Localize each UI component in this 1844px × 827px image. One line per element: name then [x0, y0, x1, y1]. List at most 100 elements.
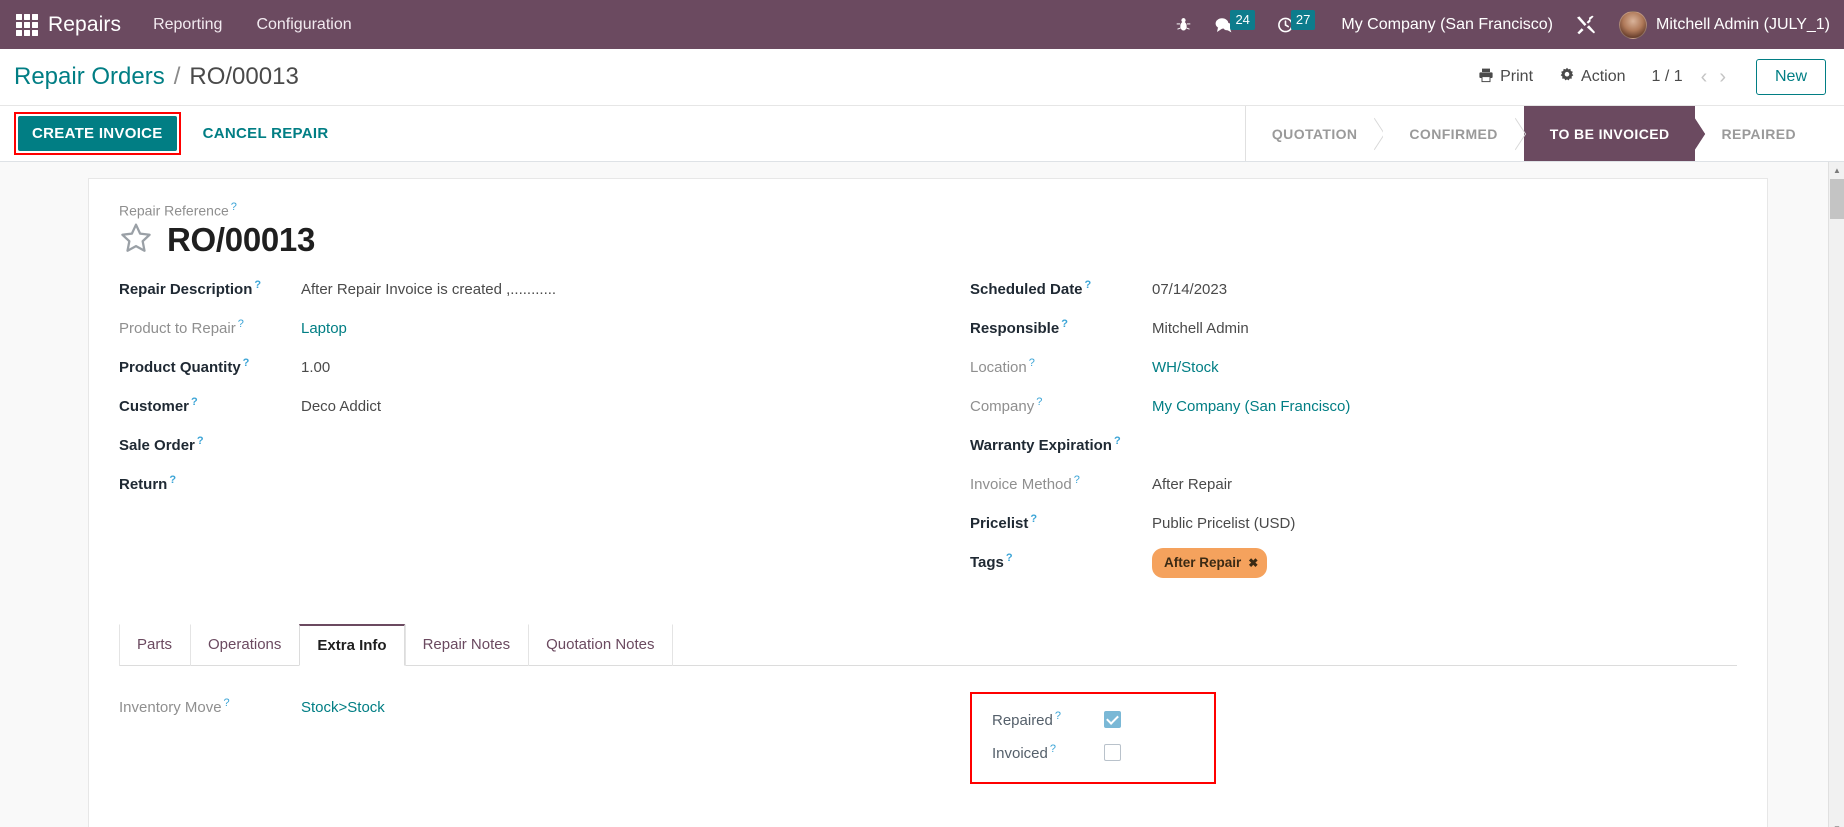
field-label: Warranty Expiration? — [970, 434, 1121, 454]
content-area: Repair Reference? RO/00013 Repair Descri… — [0, 162, 1844, 827]
help-icon[interactable]: ? — [1085, 279, 1092, 291]
field-product-to-repair: Product to Repair? Laptop — [119, 313, 888, 340]
new-button[interactable]: New — [1755, 59, 1826, 95]
form-sheet: Repair Reference? RO/00013 Repair Descri… — [88, 178, 1768, 827]
tag-badge[interactable]: After Repair ✖ — [1152, 547, 1268, 578]
printer-icon — [1478, 67, 1500, 88]
field-value[interactable]: Public Pricelist (USD) — [1152, 513, 1295, 535]
chevron-right-icon[interactable]: › — [1713, 67, 1732, 87]
help-icon[interactable]: ? — [197, 435, 204, 447]
breadcrumb-parent-link[interactable]: Repair Orders — [14, 63, 165, 91]
field-value[interactable]: Stock>Stock — [301, 697, 385, 719]
activities-count-badge: 27 — [1290, 9, 1316, 30]
extra-info-right: Repaired? Invoiced? — [928, 691, 1737, 784]
scrollbar-thumb[interactable] — [1830, 179, 1844, 219]
vertical-scrollbar[interactable]: ▲ ▼ — [1828, 162, 1844, 827]
field-value[interactable]: Deco Addict — [301, 396, 381, 418]
action-label: Action — [1581, 68, 1626, 85]
messages-icon[interactable]: 24 — [1214, 9, 1255, 34]
help-icon[interactable]: ? — [1029, 357, 1035, 369]
tab-parts[interactable]: Parts — [119, 623, 190, 666]
help-icon[interactable]: ? — [243, 357, 250, 369]
tab-repair-notes[interactable]: Repair Notes — [404, 623, 529, 666]
form-right-column: Scheduled Date? 07/14/2023 Responsible? … — [928, 274, 1737, 590]
field-value[interactable]: Laptop — [301, 318, 347, 340]
field-company: Company? My Company (San Francisco) — [970, 391, 1697, 418]
control-panel-top-row: Repair Orders / RO/00013 Print Action 1 … — [0, 49, 1844, 105]
field-value[interactable]: After Repair ✖ — [1152, 547, 1268, 578]
field-return: Return? — [119, 469, 888, 496]
star-icon[interactable] — [119, 221, 153, 260]
apps-grid-icon[interactable] — [16, 13, 38, 36]
help-icon[interactable]: ? — [231, 201, 237, 213]
help-icon[interactable]: ? — [1074, 474, 1080, 486]
tab-operations[interactable]: Operations — [190, 623, 299, 666]
activities-clock-icon[interactable]: 27 — [1277, 9, 1316, 34]
help-icon[interactable]: ? — [191, 396, 198, 408]
create-invoice-highlight: CREATE INVOICE — [14, 112, 181, 155]
field-sale-order: Sale Order? — [119, 430, 888, 457]
chevron-left-icon[interactable]: ‹ — [1695, 67, 1714, 87]
field-value[interactable]: 07/14/2023 — [1152, 279, 1227, 301]
triangle-up-icon[interactable]: ▲ — [1829, 162, 1844, 178]
help-icon[interactable]: ? — [1030, 513, 1037, 525]
help-icon[interactable]: ? — [1050, 743, 1056, 755]
page-title: RO/00013 — [167, 221, 316, 259]
field-label: Inventory Move? — [119, 696, 230, 716]
help-icon[interactable]: ? — [1006, 552, 1013, 564]
field-value[interactable]: Mitchell Admin — [1152, 318, 1249, 340]
triangle-down-icon[interactable]: ▼ — [1829, 820, 1844, 827]
menu-reporting[interactable]: Reporting — [151, 12, 224, 38]
bug-icon[interactable] — [1175, 16, 1192, 33]
print-button[interactable]: Print — [1478, 67, 1533, 88]
help-icon[interactable]: ? — [1055, 710, 1061, 722]
help-icon[interactable]: ? — [1036, 396, 1042, 408]
create-invoice-button[interactable]: CREATE INVOICE — [18, 116, 177, 151]
help-icon[interactable]: ? — [1114, 435, 1121, 447]
stage-label: TO BE INVOICED — [1549, 125, 1670, 142]
gear-icon — [1559, 67, 1581, 88]
control-panel-bottom-row: CREATE INVOICE CANCEL REPAIR QUOTATION C… — [0, 105, 1844, 161]
stage-to-be-invoiced[interactable]: TO BE INVOICED — [1523, 106, 1696, 161]
action-button[interactable]: Action — [1559, 67, 1626, 88]
repaired-checkbox[interactable] — [1104, 710, 1121, 728]
help-icon[interactable]: ? — [254, 279, 261, 291]
help-icon[interactable]: ? — [169, 474, 176, 486]
field-value[interactable]: 1.00 — [301, 357, 330, 379]
field-product-quantity: Product Quantity? 1.00 — [119, 352, 888, 379]
field-tags: Tags? After Repair ✖ — [970, 547, 1697, 578]
help-icon[interactable]: ? — [224, 697, 230, 709]
field-value[interactable]: After Repair Invoice is created ,.......… — [301, 279, 556, 301]
app-brand-repairs[interactable]: Repairs — [48, 13, 121, 37]
form-left-column: Repair Description? After Repair Invoice… — [119, 274, 928, 590]
stage-confirmed[interactable]: CONFIRMED — [1383, 106, 1524, 161]
help-icon[interactable]: ? — [1061, 318, 1068, 330]
print-label: Print — [1500, 68, 1534, 85]
user-menu[interactable]: Mitchell Admin (JULY_1) — [1619, 10, 1830, 39]
tools-icon[interactable] — [1575, 15, 1597, 35]
control-panel: Repair Orders / RO/00013 Print Action 1 … — [0, 49, 1844, 162]
record-title-block: Repair Reference? RO/00013 — [119, 201, 1737, 260]
field-customer: Customer? Deco Addict — [119, 391, 888, 418]
field-value[interactable]: My Company (San Francisco) — [1152, 396, 1350, 418]
breadcrumb-current: RO/00013 — [189, 63, 299, 90]
invoiced-checkbox[interactable] — [1104, 743, 1121, 761]
menu-configuration[interactable]: Configuration — [254, 12, 353, 38]
statusbar-stages: QUOTATION CONFIRMED TO BE INVOICED REPAI… — [1245, 106, 1844, 161]
tab-extra-info[interactable]: Extra Info — [299, 623, 405, 666]
stage-quotation[interactable]: QUOTATION — [1245, 106, 1384, 161]
field-label: Company? — [970, 395, 1043, 415]
stage-label: CONFIRMED — [1409, 125, 1498, 142]
tab-quotation-notes[interactable]: Quotation Notes — [528, 623, 673, 666]
field-label: Sale Order? — [119, 434, 204, 454]
company-switcher[interactable]: My Company (San Francisco) — [1341, 16, 1553, 34]
stage-repaired[interactable]: REPAIRED — [1695, 106, 1822, 161]
form-columns: Repair Description? After Repair Invoice… — [119, 274, 1737, 590]
field-value[interactable]: WH/Stock — [1152, 357, 1219, 379]
field-label: Return? — [119, 473, 177, 493]
help-icon[interactable]: ? — [238, 318, 244, 330]
tag-label: After Repair — [1164, 554, 1242, 570]
cancel-repair-button[interactable]: CANCEL REPAIR — [189, 116, 343, 151]
close-x-icon[interactable]: ✖ — [1248, 552, 1258, 574]
field-label: Repair Description? — [119, 278, 262, 298]
